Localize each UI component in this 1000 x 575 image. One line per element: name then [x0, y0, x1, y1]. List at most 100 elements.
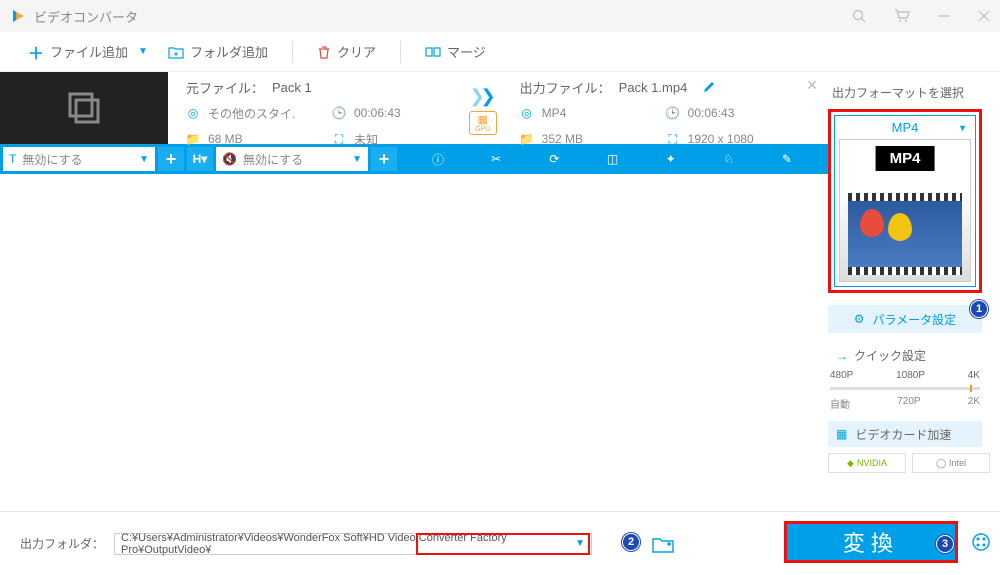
file-item: 元ファイル： Pack 1 ◎その他のスタイ. 🕒00:06:43 📁68 MB… [0, 72, 828, 174]
edit-icon[interactable] [703, 81, 715, 93]
merge-icon [425, 45, 441, 59]
slider-mark: 4K [968, 370, 980, 381]
chip-icon: ▦ [836, 427, 847, 441]
source-duration: 00:06:43 [354, 106, 401, 120]
add-folder-label: フォルダ追加 [190, 42, 268, 61]
output-folder-path[interactable]: C:¥Users¥Administrator¥Videos¥WonderFox … [114, 533, 592, 555]
resolution-icon: ⛶ [332, 132, 346, 146]
format-thumbnail: MP4 [839, 139, 971, 282]
gpu-brands: ◆NVIDIA ◯Intel [828, 453, 990, 473]
output-file-label: 出力ファイル： [520, 78, 611, 97]
gpu-accel-label: ビデオカード加速 [855, 426, 951, 443]
add-audio-button[interactable]: + [371, 147, 397, 171]
folder-icon: 📁 [520, 132, 534, 146]
add-file-label: ファイル追加 [50, 42, 128, 61]
source-file-label: 元ファイル： [186, 78, 264, 97]
rotate-icon[interactable]: ⟳ [543, 148, 565, 170]
file-action-bar: T 無効にする ▼ + H▾ 🔇 無効にする ▼ + ⓘ ✂ ⟳ ◫ ✦ [0, 144, 828, 174]
nvidia-label: NVIDIA [857, 458, 887, 468]
gpu-badge[interactable]: ▦GPU [469, 111, 497, 135]
output-file-name: Pack 1.mp4 [619, 80, 688, 95]
chevron-down-icon: ▼ [139, 154, 149, 165]
plus-icon: ＋ [28, 40, 44, 64]
parameter-settings-label: パラメータ設定 [873, 311, 957, 328]
info-icon[interactable]: ⓘ [427, 148, 449, 170]
output-folder-label: 出力フォルダ： [20, 535, 104, 552]
output-format: MP4 [542, 106, 567, 120]
add-folder-button[interactable]: フォルダ追加 [160, 38, 276, 65]
close-icon[interactable] [978, 10, 990, 22]
hardcode-subtitle-button[interactable]: H▾ [187, 147, 213, 171]
slider-mark: 2K [968, 396, 980, 411]
slider-mark: 1080P [896, 370, 925, 381]
annotation-badge-3: 3 [936, 535, 954, 553]
clock-icon: 🕒 [332, 106, 346, 120]
chevron-down-icon: ▼ [352, 154, 362, 165]
audio-select[interactable]: 🔇 無効にする ▼ [216, 147, 368, 171]
sliders-icon: ⚙ [854, 312, 865, 326]
annotation-badge-2: 2 [622, 533, 640, 551]
resolution-icon: ⛶ [666, 132, 680, 146]
gpu-label: GPU [475, 126, 490, 133]
watermark-icon[interactable]: ♘ [718, 148, 740, 170]
clock-icon: 🕒 [666, 106, 680, 120]
file-list: 元ファイル： Pack 1 ◎その他のスタイ. 🕒00:06:43 📁68 MB… [0, 72, 828, 512]
theme-icon[interactable] [970, 531, 992, 553]
merge-label: マージ [447, 42, 486, 61]
conversion-arrow: ❯❯ ▦GPU [458, 78, 508, 142]
file-thumbnail[interactable] [0, 72, 168, 144]
chevron-down-icon[interactable]: ▼ [138, 46, 148, 57]
app-logo-icon [10, 8, 26, 24]
crop-icon[interactable]: ◫ [601, 148, 623, 170]
subtitle-select[interactable]: T 無効にする ▼ [3, 147, 155, 171]
subtitle-value: 無効にする [22, 151, 82, 168]
toolbar-separator [292, 41, 293, 63]
add-subtitle-button[interactable]: + [158, 147, 184, 171]
nvidia-badge: ◆NVIDIA [828, 453, 906, 473]
slider-mark: 480P [830, 370, 853, 381]
trash-icon [317, 45, 331, 59]
convert-button[interactable]: 変換 [784, 521, 958, 563]
annotation-badge-1: 1 [970, 300, 988, 318]
disc-icon: ◎ [520, 106, 534, 120]
source-format: その他のスタイ. [208, 105, 295, 122]
gpu-accel-button[interactable]: ▦ ビデオカード加速 [828, 421, 982, 447]
folder-plus-icon [168, 45, 184, 59]
resolution-slider[interactable]: 480P 1080P 4K 自動 720P 2K [828, 370, 982, 411]
output-resolution: 1920 x 1080 [688, 132, 754, 146]
titlebar-actions [852, 9, 990, 23]
output-format-selector[interactable]: MP4 ▼ MP4 [828, 109, 982, 293]
output-format-title: 出力フォーマットを選択 [832, 84, 990, 101]
merge-button[interactable]: マージ [417, 38, 494, 65]
edit-tool-icon[interactable]: ✎ [776, 148, 798, 170]
intel-badge: ◯Intel [912, 453, 990, 473]
parameter-settings-button[interactable]: ⚙ パラメータ設定 [828, 305, 982, 333]
chevron-down-icon[interactable]: ▼ [575, 538, 585, 549]
cart-icon[interactable] [894, 9, 910, 23]
effects-icon[interactable]: ✦ [660, 148, 682, 170]
clear-label: クリア [337, 42, 376, 61]
add-file-button[interactable]: ＋ ファイル追加 ▼ [20, 36, 156, 68]
source-resolution: 未知 [354, 131, 378, 148]
search-icon[interactable] [852, 9, 866, 23]
slider-mark: 自動 [830, 396, 850, 411]
toolbar-separator [400, 41, 401, 63]
output-path-value: C:¥Users¥Administrator¥Videos¥WonderFox … [121, 532, 575, 556]
chevron-down-icon: ▼ [958, 123, 967, 133]
remove-file-icon[interactable]: ✕ [806, 77, 818, 94]
speaker-icon: 🔇 [222, 152, 237, 166]
output-size: 352 MB [542, 132, 583, 146]
titlebar: ビデオコンバータ [0, 0, 1000, 32]
source-file-name: Pack 1 [272, 80, 312, 95]
app-title: ビデオコンバータ [34, 7, 852, 26]
output-duration: 00:06:43 [688, 106, 735, 120]
open-folder-icon[interactable] [652, 535, 674, 553]
quick-settings-label: クイック設定 [854, 347, 926, 364]
folder-icon: 📁 [186, 132, 200, 146]
audio-value: 無効にする [243, 151, 303, 168]
cut-icon[interactable]: ✂ [485, 148, 507, 170]
clear-button[interactable]: クリア [309, 38, 384, 65]
convert-label: 変換 [843, 526, 899, 558]
format-thumb-label: MP4 [876, 146, 935, 171]
minimize-icon[interactable] [938, 10, 950, 22]
